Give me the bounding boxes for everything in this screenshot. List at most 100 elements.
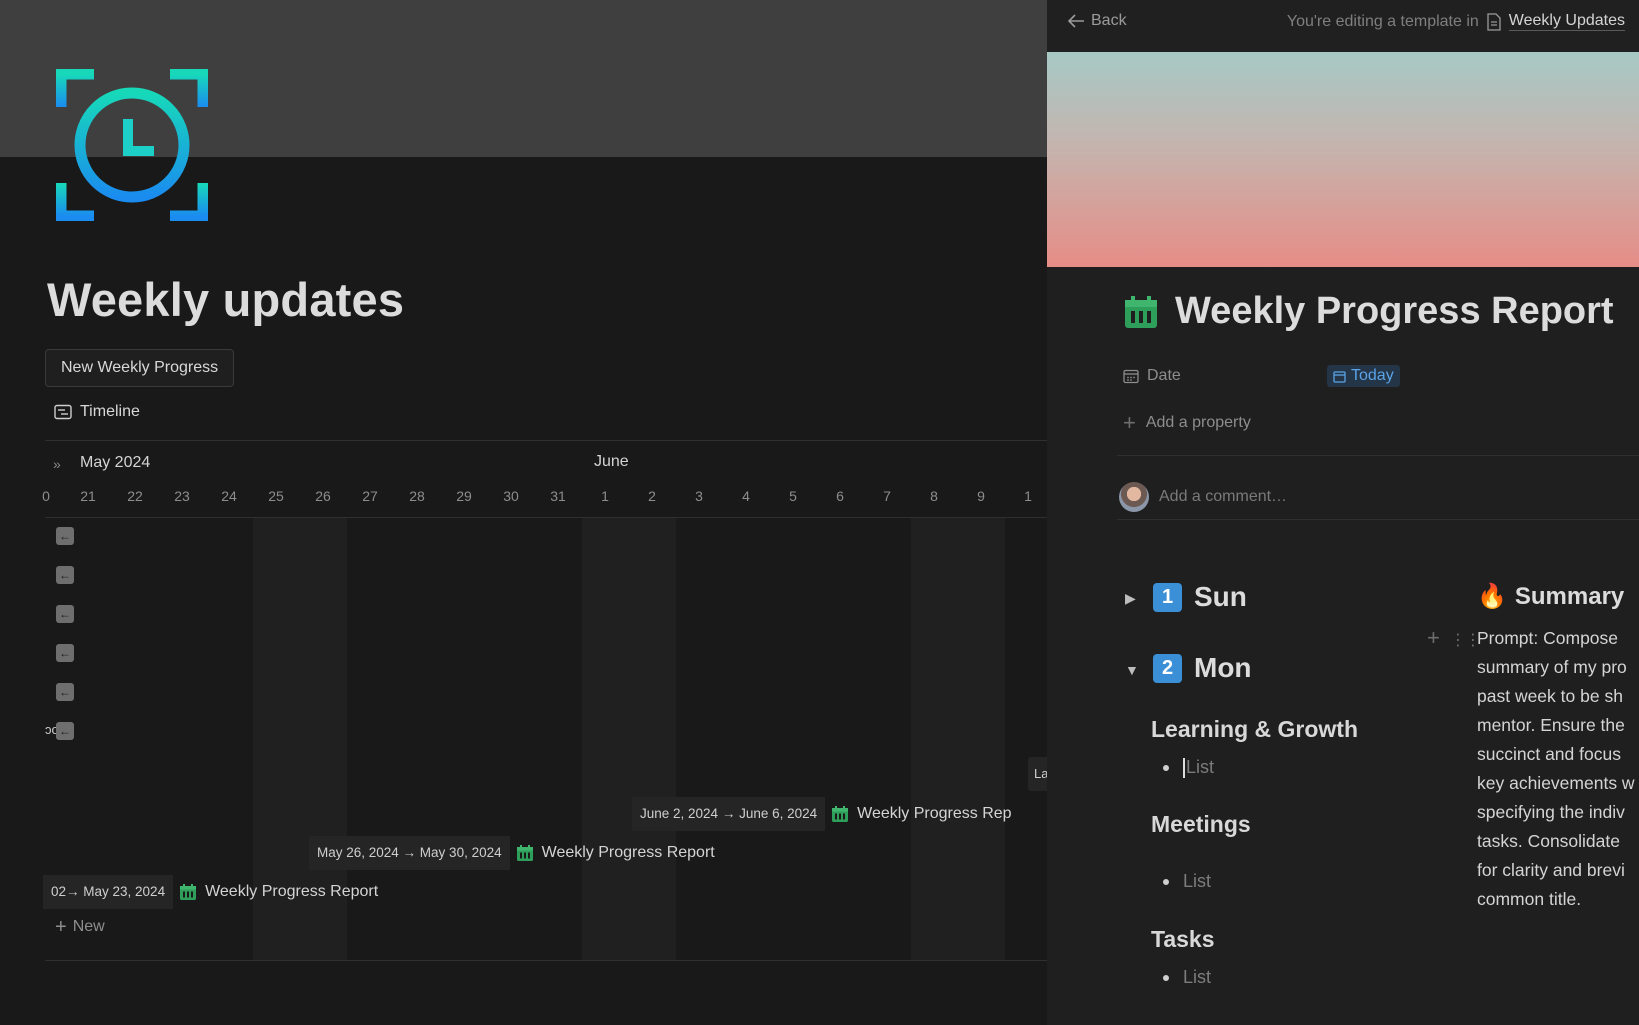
summary-line: summary of my pro xyxy=(1477,657,1627,677)
month-label: May 2024 xyxy=(80,454,151,471)
bar-title: Weekly Progress Report xyxy=(541,844,715,861)
template-link[interactable]: Weekly Updates xyxy=(1508,12,1625,31)
divider xyxy=(1117,519,1639,520)
day-label: 8 xyxy=(930,488,938,504)
day-label: 21 xyxy=(80,488,96,504)
timeline-body[interactable]: ← ← ← ← ← ɔo ← June 2, 2024 → June 6, 20… xyxy=(43,518,1047,960)
plus-icon[interactable]: + xyxy=(1427,627,1440,650)
doc-title-row: Weekly Progress Report xyxy=(1123,290,1614,333)
timeline-bar-partial[interactable]: La xyxy=(1028,757,1047,791)
drag-handle-icon[interactable]: ⋮⋮ xyxy=(1450,630,1481,650)
timeline-bar[interactable]: June 2, 2024 → June 6, 2024 Weekly Progr… xyxy=(632,797,1012,831)
page-cover[interactable] xyxy=(1047,52,1639,267)
bar-title: Weekly Progress Report xyxy=(205,883,379,900)
summary-line: common title. xyxy=(1477,889,1582,909)
new-row-button[interactable]: + New xyxy=(55,916,105,938)
timeline-bar[interactable]: 02→ May 23, 2024 Weekly Progress Report xyxy=(43,875,378,909)
day-label: 2 xyxy=(648,488,656,504)
plus-icon: + xyxy=(1123,410,1136,435)
calendar-icon[interactable] xyxy=(1123,294,1159,330)
day-label: 31 xyxy=(550,488,566,504)
list-placeholder: List xyxy=(1183,967,1212,987)
day-label: 0 xyxy=(42,488,50,504)
day-label: 27 xyxy=(362,488,378,504)
arrow-left-icon[interactable]: ← xyxy=(56,566,74,584)
day-label: 7 xyxy=(883,488,891,504)
day-label: 1 xyxy=(1024,488,1032,504)
summary-paragraph[interactable]: Prompt: Compose summary of my pro past w… xyxy=(1477,624,1639,914)
property-label: Date xyxy=(1147,367,1181,384)
arrow-left-icon[interactable]: ← xyxy=(56,605,74,623)
plus-icon: + xyxy=(55,916,67,938)
day-label: 23 xyxy=(174,488,190,504)
summary-line: Prompt: Compose xyxy=(1477,628,1619,648)
bar-title: Weekly Progress Rep xyxy=(857,805,1012,822)
date-value-chip[interactable]: Today xyxy=(1327,365,1400,387)
database-page: Weekly updates New Weekly Progress Timel… xyxy=(0,0,1047,1025)
block-tools[interactable]: + ⋮⋮ xyxy=(1427,627,1481,650)
month-label: June xyxy=(594,453,629,470)
summary-line: succinct and focus xyxy=(1477,744,1621,764)
heading-text: Summary xyxy=(1514,582,1625,610)
summary-line: past week to be sh xyxy=(1477,686,1623,706)
day-label: 3 xyxy=(695,488,703,504)
toggle-heading-sun[interactable]: 1 Sun xyxy=(1153,581,1247,613)
back-label: Back xyxy=(1091,12,1127,29)
document-icon xyxy=(1487,12,1501,31)
double-chevron-icon[interactable]: » xyxy=(53,456,61,472)
new-weekly-progress-button[interactable]: New Weekly Progress xyxy=(45,349,235,387)
day-label: 9 xyxy=(977,488,985,504)
day-label: 22 xyxy=(127,488,143,504)
arrow-left-icon[interactable]: ← xyxy=(56,527,74,545)
tab-label: Timeline xyxy=(80,403,140,420)
list-item[interactable]: List xyxy=(1163,757,1214,779)
bar-dates: May 26, 2024 → May 30, 2024 xyxy=(309,836,510,870)
summary-line: specifying the indiv xyxy=(1477,802,1625,822)
toggle-collapsed-icon[interactable]: ▶ xyxy=(1125,590,1136,607)
arrow-left-icon[interactable]: ← xyxy=(56,644,74,662)
property-date[interactable]: Date xyxy=(1123,367,1327,385)
day-label: 5 xyxy=(789,488,797,504)
section-heading[interactable]: Learning & Growth xyxy=(1151,716,1358,743)
toggle-heading-mon[interactable]: 2 Mon xyxy=(1153,652,1252,684)
summary-heading[interactable]: 🔥 Summary xyxy=(1477,582,1624,611)
back-button[interactable]: Back xyxy=(1067,12,1127,30)
clock-focus-icon[interactable] xyxy=(56,69,208,221)
bullet-icon xyxy=(1163,974,1169,981)
arrow-left-icon[interactable]: ← xyxy=(56,683,74,701)
day-label: 1 xyxy=(601,488,609,504)
avatar xyxy=(1119,482,1149,512)
heading-text: Sun xyxy=(1194,581,1247,612)
panel-topbar: Back You're editing a template in Weekly… xyxy=(1047,0,1639,52)
timeline-header: » May 2024 June 0 21 22 23 24 25 26 27 2… xyxy=(42,448,1047,518)
arrow-left-icon[interactable]: ← xyxy=(56,722,74,740)
calendar-icon xyxy=(180,884,197,900)
bullet-icon xyxy=(1163,878,1169,885)
list-placeholder: List xyxy=(1183,871,1212,891)
new-label: New xyxy=(72,918,105,935)
doc-title[interactable]: Weekly Progress Report xyxy=(1175,290,1614,333)
calendar-outline-icon xyxy=(1123,369,1139,384)
date-value: Today xyxy=(1351,367,1394,384)
day-label: 28 xyxy=(409,488,425,504)
toggle-expanded-icon[interactable]: ▼ xyxy=(1125,662,1139,678)
list-item[interactable]: List xyxy=(1163,871,1211,892)
summary-line: mentor. Ensure the xyxy=(1477,715,1625,735)
list-item[interactable]: List xyxy=(1163,967,1211,988)
section-heading[interactable]: Tasks xyxy=(1151,926,1215,953)
tab-timeline[interactable]: Timeline xyxy=(54,403,140,421)
add-property-button[interactable]: + Add a property xyxy=(1123,410,1251,435)
section-heading[interactable]: Meetings xyxy=(1151,811,1251,838)
day-label: 6 xyxy=(836,488,844,504)
summary-line: tasks. Consolidate xyxy=(1477,831,1620,851)
page-title[interactable]: Weekly updates xyxy=(47,272,404,327)
day-label: 4 xyxy=(742,488,750,504)
number-1-icon: 1 xyxy=(1153,582,1182,612)
day-label: 29 xyxy=(456,488,472,504)
editing-text: You're editing a template in xyxy=(1286,12,1479,30)
timeline-bar[interactable]: May 26, 2024 → May 30, 2024 Weekly Progr… xyxy=(309,836,715,870)
summary-line: for clarity and brevi xyxy=(1477,860,1625,880)
divider xyxy=(1117,455,1639,456)
day-label: 26 xyxy=(315,488,331,504)
comment-box[interactable]: Add a comment… xyxy=(1119,482,1287,512)
